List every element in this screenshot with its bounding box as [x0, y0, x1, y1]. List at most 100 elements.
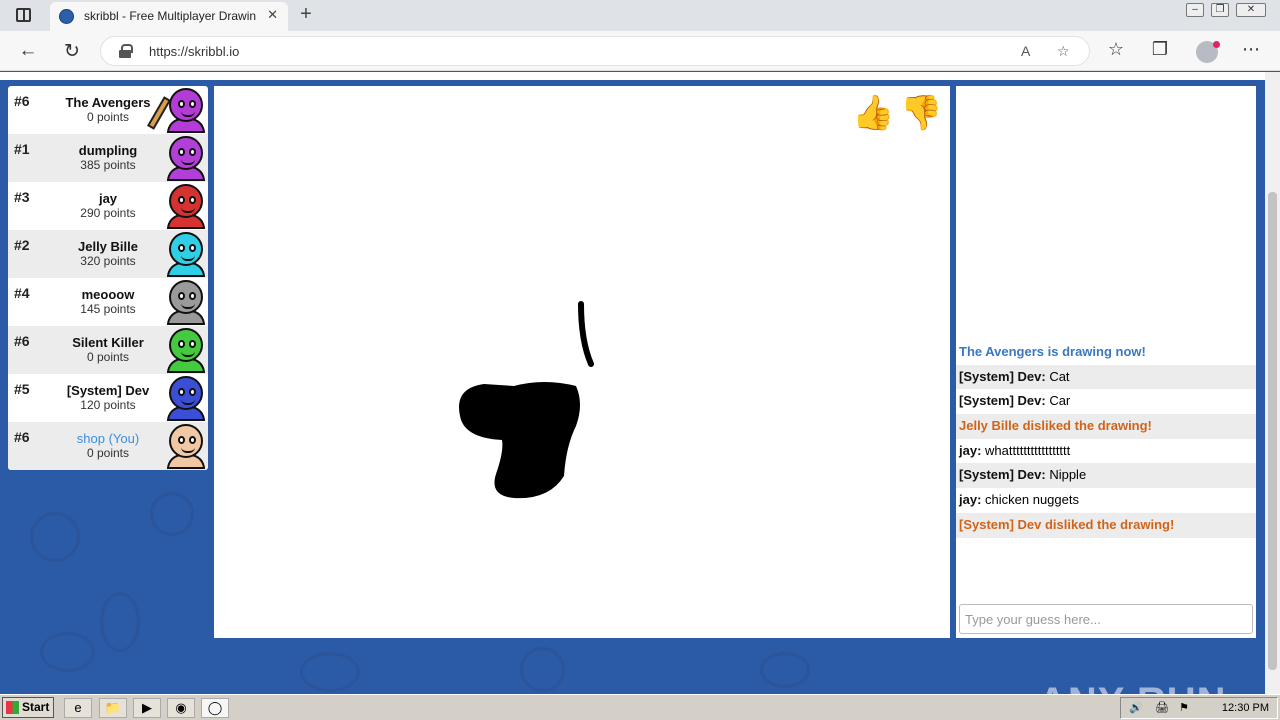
flag-icon[interactable]: ⚑: [1179, 701, 1189, 714]
chat-message: The Avengers is drawing now!: [959, 344, 1146, 359]
avatar-eye: [178, 436, 185, 444]
avatar-mouth: [181, 159, 195, 165]
player-row[interactable]: #6 The Avengers 0 points: [8, 86, 208, 134]
avatar-mouth: [181, 255, 195, 261]
avatar-mouth: [181, 303, 195, 309]
page-scrollbar[interactable]: [1265, 72, 1280, 694]
browser-tab[interactable]: skribbl - Free Multiplayer Drawing ✕: [50, 2, 288, 31]
player-points: 120 points: [80, 398, 136, 412]
chat-text: Car: [1045, 393, 1071, 409]
skribbl-page: _______ ______ #6 The Avengers 0 points #1 d…: [0, 72, 1265, 694]
avatar-eye: [178, 244, 185, 252]
player-row[interactable]: #5 [System] Dev 120 points: [8, 374, 208, 422]
background-doodle: [100, 592, 140, 652]
tab-title: skribbl - Free Multiplayer Drawing: [84, 9, 256, 23]
player-row[interactable]: #4 meooow 145 points: [8, 278, 208, 326]
player-points: 290 points: [80, 206, 136, 220]
volume-icon[interactable]: 🔊: [1129, 701, 1143, 714]
explorer-folder-icon[interactable]: 📁: [99, 698, 127, 718]
background-doodle: [40, 632, 95, 672]
media-player-icon[interactable]: ▶: [133, 698, 161, 718]
avatar-eye: [178, 340, 185, 348]
chat-message: Jelly Bille disliked the drawing!: [956, 414, 1256, 439]
ie-icon[interactable]: e: [64, 698, 92, 718]
chat-message: jay: chicken nuggets: [956, 488, 1256, 513]
chat-panel: The Avengers is drawing now! [System] Dev…: [956, 86, 1256, 638]
background-doodle: [300, 652, 360, 692]
player-row[interactable]: #3 jay 290 points: [8, 182, 208, 230]
background-doodle: [30, 512, 80, 562]
drawing-canvas[interactable]: 👍 👎: [214, 86, 950, 638]
player-rank: #1: [14, 141, 30, 157]
network-icon[interactable]: 🖨: [1155, 701, 1169, 714]
avatar-mouth: [181, 447, 195, 453]
player-avatar: [165, 328, 205, 373]
tab-close-icon[interactable]: ✕: [267, 7, 278, 23]
avatar-eye: [178, 196, 185, 204]
avatar-head: [169, 328, 203, 362]
read-aloud-icon[interactable]: A: [1021, 43, 1030, 59]
player-points: 0 points: [86, 350, 130, 364]
url-text: https://skribbl.io: [149, 44, 240, 59]
player-rank: #6: [14, 333, 30, 349]
player-rank: #3: [14, 189, 30, 205]
chat-author: jay:: [959, 492, 982, 508]
player-row[interactable]: #2 Jelly Bille 320 points: [8, 230, 208, 278]
restore-button[interactable]: ❐: [1211, 3, 1229, 17]
avatar-mouth: [181, 207, 195, 213]
drawn-blob: [459, 382, 580, 499]
avatar-mouth: [181, 399, 195, 405]
player-avatar: [165, 280, 205, 325]
more-menu-icon[interactable]: ⋯: [1240, 39, 1262, 60]
avatar-eye: [178, 292, 185, 300]
avatar-eye: [189, 388, 196, 396]
clock[interactable]: 12:30 PM: [1222, 702, 1269, 714]
avatar-head: [169, 184, 203, 218]
player-avatar: [165, 88, 205, 133]
guess-input[interactable]: [959, 604, 1253, 634]
skribbl-favicon-icon: [59, 9, 74, 24]
chrome-icon[interactable]: ◉: [167, 698, 195, 718]
avatar-eye: [189, 244, 196, 252]
avatar-eye: [189, 292, 196, 300]
edge-icon[interactable]: ◯: [201, 698, 229, 718]
start-button[interactable]: Start: [2, 697, 54, 718]
player-points: 0 points: [86, 446, 130, 460]
window-close-button[interactable]: ✕: [1236, 3, 1266, 17]
background-doodle: [150, 492, 194, 536]
player-rank: #2: [14, 237, 30, 253]
player-rank: #6: [14, 93, 30, 109]
chat-messages: The Avengers is drawing now! [System] Dev…: [956, 340, 1256, 538]
lock-icon[interactable]: [119, 44, 133, 58]
collections-icon[interactable]: ❐: [1149, 39, 1171, 60]
chat-author: [System] Dev:: [959, 368, 1046, 384]
player-points: 385 points: [80, 158, 136, 172]
profile-avatar[interactable]: [1196, 41, 1220, 63]
background-doodle: [760, 652, 810, 688]
url-field[interactable]: https://skribbl.io A ☆: [100, 36, 1090, 66]
new-tab-button[interactable]: +: [296, 3, 316, 27]
avatar-eye: [189, 148, 196, 156]
avatar-eye: [178, 100, 185, 108]
avatar-eye: [178, 388, 185, 396]
player-row[interactable]: #6 Silent Killer 0 points: [8, 326, 208, 374]
player-name: shop (You): [76, 431, 140, 446]
chat-message: jay: whattttttttttttttttt: [956, 439, 1256, 464]
minimize-button[interactable]: –: [1186, 3, 1204, 17]
favorites-icon[interactable]: ☆: [1105, 39, 1127, 60]
player-avatar: [165, 376, 205, 421]
tab-actions-icon[interactable]: [16, 8, 31, 22]
scrollbar-thumb[interactable]: [1268, 192, 1277, 670]
refresh-icon[interactable]: ↻: [61, 40, 83, 63]
system-tray: 🔊 🖨 ⚑ 12:30 PM: [1120, 697, 1278, 719]
background-doodle: [520, 647, 565, 692]
chat-author: [System] Dev:: [959, 393, 1046, 409]
player-rank: #4: [14, 285, 30, 301]
player-row[interactable]: #6 shop (You) 0 points: [8, 422, 208, 470]
windows-logo-icon: [6, 701, 19, 714]
player-points: 145 points: [80, 302, 136, 316]
add-favorite-icon[interactable]: ☆: [1057, 43, 1070, 60]
back-icon[interactable]: ←: [17, 40, 39, 62]
avatar-head: [169, 424, 203, 458]
player-row[interactable]: #1 dumpling 385 points: [8, 134, 208, 182]
